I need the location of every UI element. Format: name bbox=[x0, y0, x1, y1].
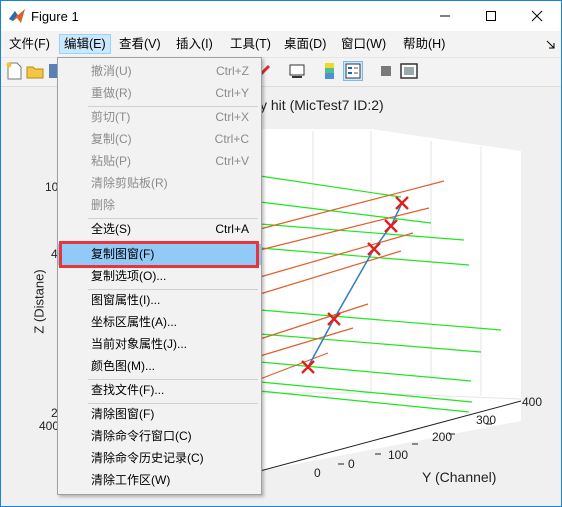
menu-bar: 文件(F) 编辑(E) 查看(V) 插入(I) 工具(T) 桌面(D) 窗口(W… bbox=[1, 31, 561, 58]
y-tick-label: 0 bbox=[348, 457, 355, 471]
maximize-button[interactable] bbox=[468, 1, 514, 31]
link-plot-icon[interactable] bbox=[288, 62, 306, 80]
menu-figure-properties[interactable]: 图窗属性(I)... bbox=[58, 290, 261, 311]
close-icon bbox=[531, 10, 543, 22]
menu-copy[interactable]: 复制(C) Ctrl+C bbox=[58, 129, 261, 150]
menu-clear-command-history[interactable]: 清除命令历史记录(C) bbox=[58, 448, 261, 469]
y-tick-label: 200 bbox=[432, 430, 453, 444]
menu-insert[interactable]: 插入(I) bbox=[172, 35, 217, 53]
minimize-icon bbox=[440, 15, 450, 17]
plot-title: y hit (MicTest7 ID:2) bbox=[260, 97, 384, 113]
y-tick-label: 100 bbox=[388, 448, 409, 462]
edit-dropdown-menu: 撤消(U) Ctrl+Z 重做(R) Ctrl+Y 剪切(T) Ctrl+X 复制(C… bbox=[57, 57, 262, 495]
title-bar: Figure 1 bbox=[1, 1, 561, 31]
menu-select-all[interactable]: 全选(S) Ctrl+A bbox=[58, 219, 261, 240]
window-title: Figure 1 bbox=[31, 9, 79, 24]
minimize-button[interactable] bbox=[422, 1, 468, 31]
menu-redo[interactable]: 重做(R) Ctrl+Y bbox=[58, 83, 261, 104]
menu-find-files[interactable]: 查找文件(F)... bbox=[58, 380, 261, 401]
menu-help[interactable]: 帮助(H) bbox=[399, 35, 449, 53]
menu-file[interactable]: 文件(F) bbox=[5, 35, 54, 53]
new-figure-icon[interactable] bbox=[5, 62, 23, 80]
menu-clear-figure[interactable]: 清除图窗(F) bbox=[58, 404, 261, 425]
hide-plot-tools-icon[interactable] bbox=[377, 62, 395, 80]
menu-cut[interactable]: 剪切(T) Ctrl+X bbox=[58, 107, 261, 128]
z-axis-label: Z (Distane) bbox=[31, 269, 47, 334]
menu-undo[interactable]: 撤消(U) Ctrl+Z bbox=[58, 61, 261, 82]
maximize-icon bbox=[486, 11, 496, 21]
highlight-annotation-box bbox=[59, 241, 259, 268]
close-button[interactable] bbox=[514, 1, 560, 31]
matlab-icon bbox=[9, 9, 25, 23]
legend-icon[interactable] bbox=[343, 61, 363, 81]
figure-window: Figure 1 文件(F) 编辑(E) 查看(V) 插入(I) 工具(T) 桌… bbox=[0, 0, 562, 507]
y-tick-label: 300 bbox=[476, 413, 497, 427]
menu-delete[interactable]: 删除 bbox=[58, 195, 261, 216]
menu-desktop[interactable]: 桌面(D) bbox=[280, 35, 330, 53]
open-file-icon[interactable] bbox=[26, 62, 44, 80]
menu-copy-options[interactable]: 复制选项(O)... bbox=[58, 266, 261, 287]
menu-current-object-properties[interactable]: 当前对象属性(J)... bbox=[58, 334, 261, 355]
dock-arrow-icon[interactable] bbox=[546, 40, 556, 50]
menu-axes-properties[interactable]: 坐标区属性(A)... bbox=[58, 312, 261, 333]
menu-view[interactable]: 查看(V) bbox=[115, 35, 165, 53]
x-tick-label: 0 bbox=[314, 466, 321, 480]
menu-clear-workspace[interactable]: 清除工作区(W) bbox=[58, 470, 261, 491]
y-axis-label: Y (Channel) bbox=[422, 469, 497, 485]
menu-clear-command-window[interactable]: 清除命令行窗口(C) bbox=[58, 426, 261, 447]
menu-paste[interactable]: 粘贴(P) Ctrl+V bbox=[58, 151, 261, 172]
menu-clear-clipboard[interactable]: 清除剪贴板(R) bbox=[58, 173, 261, 194]
menu-tools[interactable]: 工具(T) bbox=[226, 35, 275, 53]
menu-edit[interactable]: 编辑(E) bbox=[59, 34, 111, 54]
menu-colormap[interactable]: 颜色图(M)... bbox=[58, 356, 261, 377]
menu-window[interactable]: 窗口(W) bbox=[337, 35, 390, 53]
colorbar-icon[interactable] bbox=[321, 62, 339, 80]
show-plot-tools-icon[interactable] bbox=[400, 62, 418, 80]
y-tick-label: 400 bbox=[522, 395, 543, 409]
